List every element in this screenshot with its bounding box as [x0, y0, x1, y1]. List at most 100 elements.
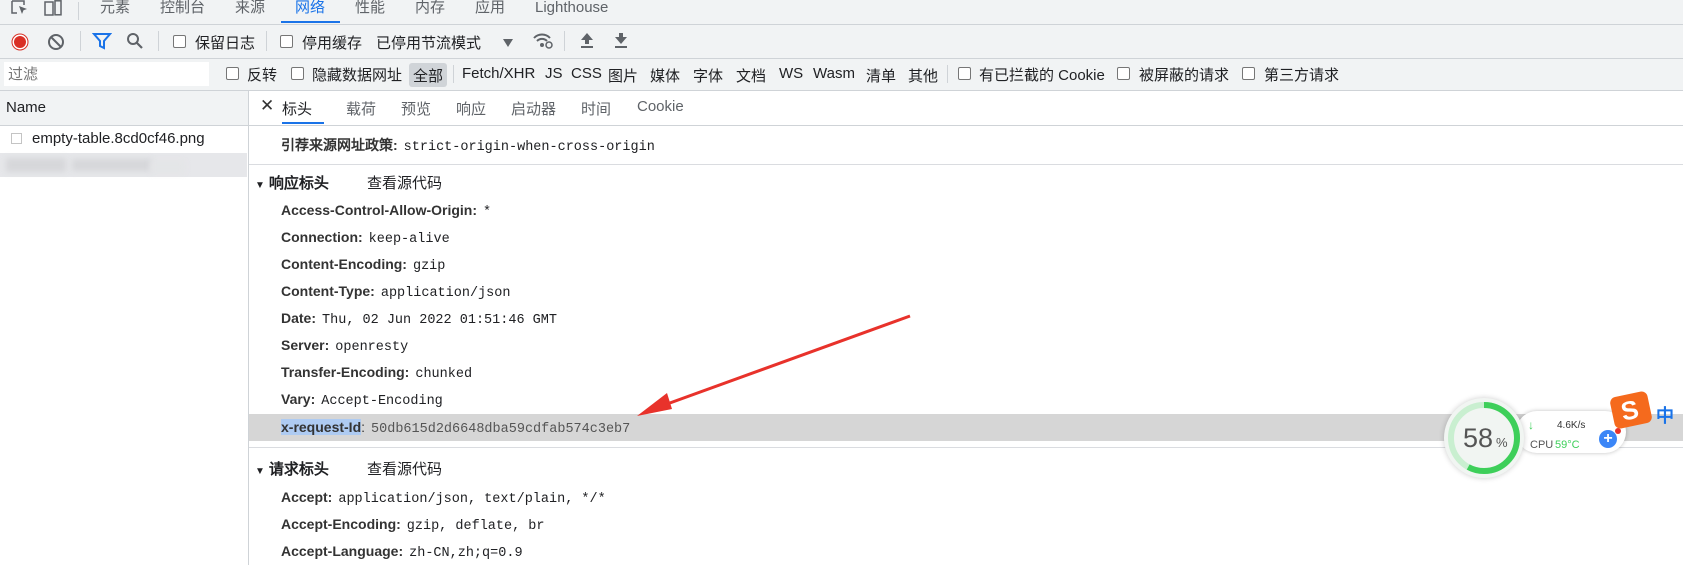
- header-value: chunked: [415, 367, 473, 382]
- type-filter-wasm[interactable]: Wasm: [813, 65, 855, 82]
- detail-tab-bar: ✕ 标头 载荷 预览 响应 启动器 时间 Cookie: [249, 91, 1683, 126]
- download-arrow-icon: ↓: [1528, 418, 1534, 432]
- disable-cache-checkbox[interactable]: [280, 35, 293, 48]
- header-name: Connection:: [281, 229, 363, 245]
- header-row: Date: Thu, 02 Jun 2022 01:51:46 GMT: [281, 310, 557, 328]
- tab-cookies[interactable]: Cookie: [637, 98, 684, 115]
- import-har-icon[interactable]: [579, 31, 595, 53]
- usage-percent-sign: %: [1496, 435, 1508, 450]
- tab-elements[interactable]: 元素: [100, 0, 130, 24]
- header-value: application/json, text/plain, */*: [338, 492, 606, 507]
- device-toolbar-icon[interactable]: [44, 0, 64, 20]
- cpu-temp: 59°C: [1555, 439, 1580, 451]
- header-row: Connection: keep-alive: [281, 229, 450, 247]
- network-conditions-icon[interactable]: [532, 31, 554, 53]
- filter-icon[interactable]: [91, 32, 113, 54]
- tab-headers[interactable]: 标头: [282, 98, 312, 119]
- header-name: Vary:: [281, 391, 316, 407]
- hide-data-urls-checkbox[interactable]: [291, 67, 304, 80]
- header-row: Content-Type: application/json: [281, 283, 510, 301]
- image-file-icon: [11, 133, 22, 144]
- header-row-x-request-id[interactable]: x-request-Id: 50db615d2d6648dba59cdfab574…: [281, 419, 630, 437]
- throttling-select[interactable]: 已停用节流模式: [376, 32, 481, 53]
- header-row: Accept-Encoding: gzip, deflate, br: [281, 516, 545, 534]
- notification-dot: [1615, 428, 1621, 434]
- type-filter-doc[interactable]: 文档: [736, 65, 766, 86]
- chevron-down-icon[interactable]: [502, 35, 514, 52]
- type-filter-ws[interactable]: WS: [779, 65, 803, 82]
- search-icon[interactable]: [126, 32, 144, 54]
- third-party-checkbox[interactable]: [1242, 67, 1255, 80]
- blocked-cookies-checkbox[interactable]: [958, 67, 971, 80]
- annotation-arrow: [637, 314, 911, 416]
- system-monitor-widget[interactable]: 58 % ↓ 4.6K/s CPU 59°C +: [1444, 398, 1626, 478]
- expand-triangle-icon: ▼: [255, 466, 265, 477]
- header-row: Content-Encoding: gzip: [281, 256, 445, 274]
- tab-lighthouse[interactable]: Lighthouse: [535, 0, 608, 24]
- record-icon[interactable]: [11, 33, 29, 55]
- inspect-element-icon[interactable]: [10, 0, 30, 20]
- header-name: Content-Type:: [281, 283, 375, 299]
- header-name: Access-Control-Allow-Origin:: [281, 202, 478, 218]
- tab-performance[interactable]: 性能: [355, 0, 385, 24]
- ime-mode-indicator[interactable]: 中: [1656, 402, 1674, 428]
- tab-sources[interactable]: 来源: [235, 0, 265, 24]
- header-name: 引荐来源网址政策:: [281, 137, 398, 153]
- type-filter-other[interactable]: 其他: [908, 65, 938, 86]
- header-name: Accept-Encoding:: [281, 516, 401, 532]
- header-row: Access-Control-Allow-Origin: *: [281, 202, 491, 220]
- tab-preview[interactable]: 预览: [401, 98, 431, 119]
- type-filter-js[interactable]: JS: [545, 65, 563, 82]
- tab-timing[interactable]: 时间: [581, 98, 611, 119]
- tab-response[interactable]: 响应: [456, 98, 486, 119]
- blocked-cookies-label: 有已拦截的 Cookie: [979, 67, 1105, 84]
- type-filter-media[interactable]: 媒体: [650, 65, 680, 86]
- tab-initiator[interactable]: 启动器: [511, 98, 556, 119]
- view-source-button[interactable]: 查看源代码: [367, 458, 442, 479]
- disable-cache-label: 停用缓存: [302, 35, 363, 52]
- request-row[interactable]: empty-table.8cd0cf46.png: [0, 126, 247, 152]
- close-icon[interactable]: ✕: [260, 96, 274, 116]
- request-name: empty-table.8cd0cf46.png: [32, 130, 205, 147]
- filter-input[interactable]: [4, 62, 209, 86]
- section-title: 响应标头: [268, 175, 329, 192]
- type-filter-img[interactable]: 图片: [608, 65, 638, 86]
- type-filter-font[interactable]: 字体: [693, 65, 723, 86]
- tab-memory[interactable]: 内存: [415, 0, 445, 24]
- header-value: 50db615d2d6648dba59cdfab574c3eb7: [371, 422, 631, 437]
- hide-data-urls-label: 隐藏数据网址: [312, 67, 403, 84]
- network-toolbar: 保留日志 停用缓存 已停用节流模式: [0, 25, 1683, 59]
- header-value: gzip, deflate, br: [406, 519, 545, 534]
- tab-payload[interactable]: 载荷: [346, 98, 376, 119]
- blocked-requests-checkbox[interactable]: [1117, 67, 1130, 80]
- referrer-policy-row: 引荐来源网址政策: strict-origin-when-cross-origin: [281, 135, 655, 155]
- tab-application[interactable]: 应用: [475, 0, 505, 24]
- type-filter-all[interactable]: 全部: [413, 65, 443, 86]
- name-column-header[interactable]: Name: [0, 91, 248, 126]
- header-value: zh-CN,zh;q=0.9: [409, 546, 523, 561]
- name-header-label: Name: [6, 99, 47, 116]
- preserve-log-checkbox[interactable]: [173, 35, 186, 48]
- type-filter-css[interactable]: CSS: [571, 65, 602, 82]
- request-row-selected[interactable]: [0, 153, 247, 177]
- request-list: Name empty-table.8cd0cf46.png: [0, 91, 249, 565]
- active-detail-tab-indicator: [282, 122, 324, 124]
- request-headers-toggle[interactable]: ▼ 请求标头: [255, 458, 329, 479]
- type-filter-fetch-xhr[interactable]: Fetch/XHR: [462, 65, 535, 82]
- usage-percent: 58: [1463, 423, 1494, 453]
- type-filter-manifest[interactable]: 清单: [866, 65, 896, 86]
- header-row: Accept-Language: zh-CN,zh;q=0.9: [281, 543, 523, 561]
- view-source-button[interactable]: 查看源代码: [367, 172, 442, 193]
- invert-checkbox[interactable]: [226, 67, 239, 80]
- header-value: Accept-Encoding: [321, 394, 443, 409]
- export-har-icon[interactable]: [613, 31, 629, 53]
- response-headers-toggle[interactable]: ▼ 响应标头: [255, 172, 329, 193]
- header-name: Date:: [281, 310, 317, 326]
- add-icon[interactable]: +: [1599, 430, 1617, 448]
- tab-console[interactable]: 控制台: [160, 0, 205, 24]
- section-title: 请求标头: [268, 461, 329, 478]
- header-row: Transfer-Encoding: chunked: [281, 364, 472, 382]
- header-name: Accept-Language:: [281, 543, 404, 559]
- clear-icon[interactable]: [47, 33, 65, 55]
- header-name: Server:: [281, 337, 330, 353]
